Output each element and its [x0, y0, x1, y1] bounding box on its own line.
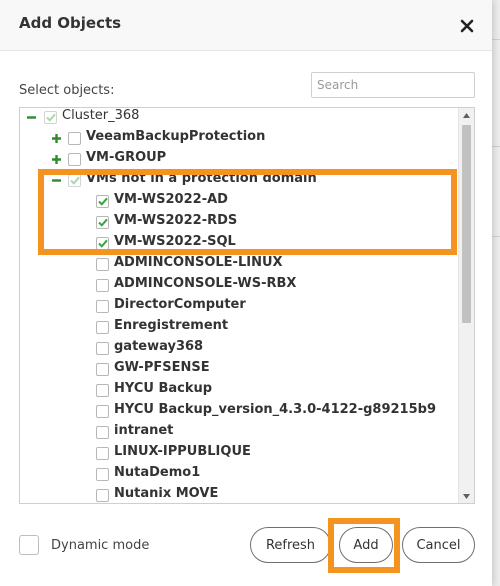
collapse-icon[interactable]	[26, 112, 37, 123]
search-input[interactable]	[311, 72, 475, 98]
tree-node-vm[interactable]: Nutanix MOVE	[20, 485, 458, 503]
add-button[interactable]: Add	[339, 527, 393, 563]
tree-checkbox[interactable]	[68, 132, 81, 145]
tree-node-label: VeeamBackupProtection	[86, 129, 266, 144]
tree-checkbox[interactable]	[96, 426, 109, 439]
tree-checkbox[interactable]	[96, 405, 109, 418]
dynamic-mode-label: Dynamic mode	[51, 538, 150, 553]
tree-node-cluster[interactable]: Cluster_368	[20, 108, 458, 128]
tree-node-vm[interactable]: VM-WS2022-SQL	[20, 233, 458, 254]
scroll-up-arrow-icon[interactable]	[459, 108, 474, 122]
tree-node-vm[interactable]: DirectorComputer	[20, 296, 458, 317]
tree-node-vm[interactable]: VM-WS2022-RDS	[20, 212, 458, 233]
tree-checkbox[interactable]	[68, 174, 81, 187]
cancel-button[interactable]: Cancel	[402, 527, 475, 563]
scrollbar-thumb[interactable]	[462, 125, 471, 323]
tree-node-group[interactable]: VeeamBackupProtection	[20, 128, 458, 149]
tree-node-vm[interactable]: VM-WS2022-AD	[20, 191, 458, 212]
tree-node-vm[interactable]: Enregistrement	[20, 317, 458, 338]
tree-checkbox[interactable]	[96, 321, 109, 334]
add-objects-dialog: Add Objects Select objects: Cluster_368 V…	[0, 0, 492, 586]
select-objects-label: Select objects:	[19, 83, 115, 98]
tree-node-label: HYCU Backup	[114, 381, 213, 396]
tree-node-vm[interactable]: HYCU Backup_version_4.3.0-4122-g89215b9	[20, 401, 458, 422]
tree-node-vm[interactable]: ADMINCONSOLE-LINUX	[20, 254, 458, 275]
tree-node-label: VM-WS2022-AD	[114, 192, 228, 207]
tree-node-group[interactable]: VMs not in a protection domain	[20, 170, 458, 191]
expand-icon[interactable]	[51, 133, 62, 144]
object-tree: Cluster_368 VeeamBackupProtection VM-GROUP…	[19, 107, 475, 504]
tree-node-label: Nutanix MOVE	[114, 486, 219, 501]
tree-node-label: ADMINCONSOLE-LINUX	[114, 255, 283, 270]
dynamic-mode-checkbox[interactable]	[19, 535, 39, 555]
tree-checkbox[interactable]	[96, 447, 109, 460]
tree-checkbox[interactable]	[96, 216, 109, 229]
tree-checkbox[interactable]	[96, 279, 109, 292]
expand-icon[interactable]	[51, 154, 62, 165]
tree-checkbox[interactable]	[96, 258, 109, 271]
tree-checkbox[interactable]	[96, 384, 109, 397]
tree-node-label: intranet	[114, 423, 174, 438]
scroll-down-arrow-icon[interactable]	[459, 489, 474, 503]
tree-checkbox[interactable]	[68, 153, 81, 166]
tree-checkbox[interactable]	[96, 468, 109, 481]
tree-checkbox[interactable]	[96, 237, 109, 250]
tree-node-group[interactable]: VM-GROUP	[20, 149, 458, 170]
tree-checkbox[interactable]	[96, 363, 109, 376]
tree-node-vm[interactable]: LINUX-IPPUBLIQUE	[20, 443, 458, 464]
tree-node-label: GW-PFSENSE	[114, 360, 210, 375]
tree-node-vm[interactable]: NutaDemo1	[20, 464, 458, 485]
tree-node-vm[interactable]: intranet	[20, 422, 458, 443]
refresh-button[interactable]: Refresh	[250, 527, 331, 563]
close-icon[interactable]	[455, 14, 479, 38]
tree-node-label: VMs not in a protection domain	[86, 171, 317, 186]
tree-node-label: HYCU Backup_version_4.3.0-4122-g89215b9	[114, 402, 436, 417]
tree-checkbox[interactable]	[96, 342, 109, 355]
tree-node-label: VM-WS2022-SQL	[114, 234, 236, 249]
dialog-title: Add Objects	[19, 14, 122, 32]
tree-node-label: ADMINCONSOLE-WS-RBX	[114, 276, 297, 291]
tree-checkbox[interactable]	[96, 300, 109, 313]
tree-node-vm[interactable]: GW-PFSENSE	[20, 359, 458, 380]
tree-node-label: NutaDemo1	[114, 465, 201, 480]
tree-node-label: DirectorComputer	[114, 297, 246, 312]
tree-scrollbar[interactable]	[458, 108, 474, 503]
tree-node-vm[interactable]: gateway368	[20, 338, 458, 359]
dialog-header: Add Objects	[0, 0, 492, 51]
tree-node-label: Cluster_368	[62, 108, 140, 123]
tree-checkbox[interactable]	[96, 489, 109, 502]
tree-node-vm[interactable]: HYCU Backup	[20, 380, 458, 401]
tree-node-label: LINUX-IPPUBLIQUE	[114, 444, 251, 459]
tree-node-vm[interactable]: ADMINCONSOLE-WS-RBX	[20, 275, 458, 296]
tree-node-label: Enregistrement	[114, 318, 229, 333]
tree-checkbox[interactable]	[96, 195, 109, 208]
tree-node-label: gateway368	[114, 339, 204, 354]
collapse-icon[interactable]	[51, 175, 62, 186]
tree-checkbox[interactable]	[44, 111, 57, 124]
tree-node-label: VM-WS2022-RDS	[114, 213, 238, 228]
tree-node-label: VM-GROUP	[86, 150, 167, 165]
